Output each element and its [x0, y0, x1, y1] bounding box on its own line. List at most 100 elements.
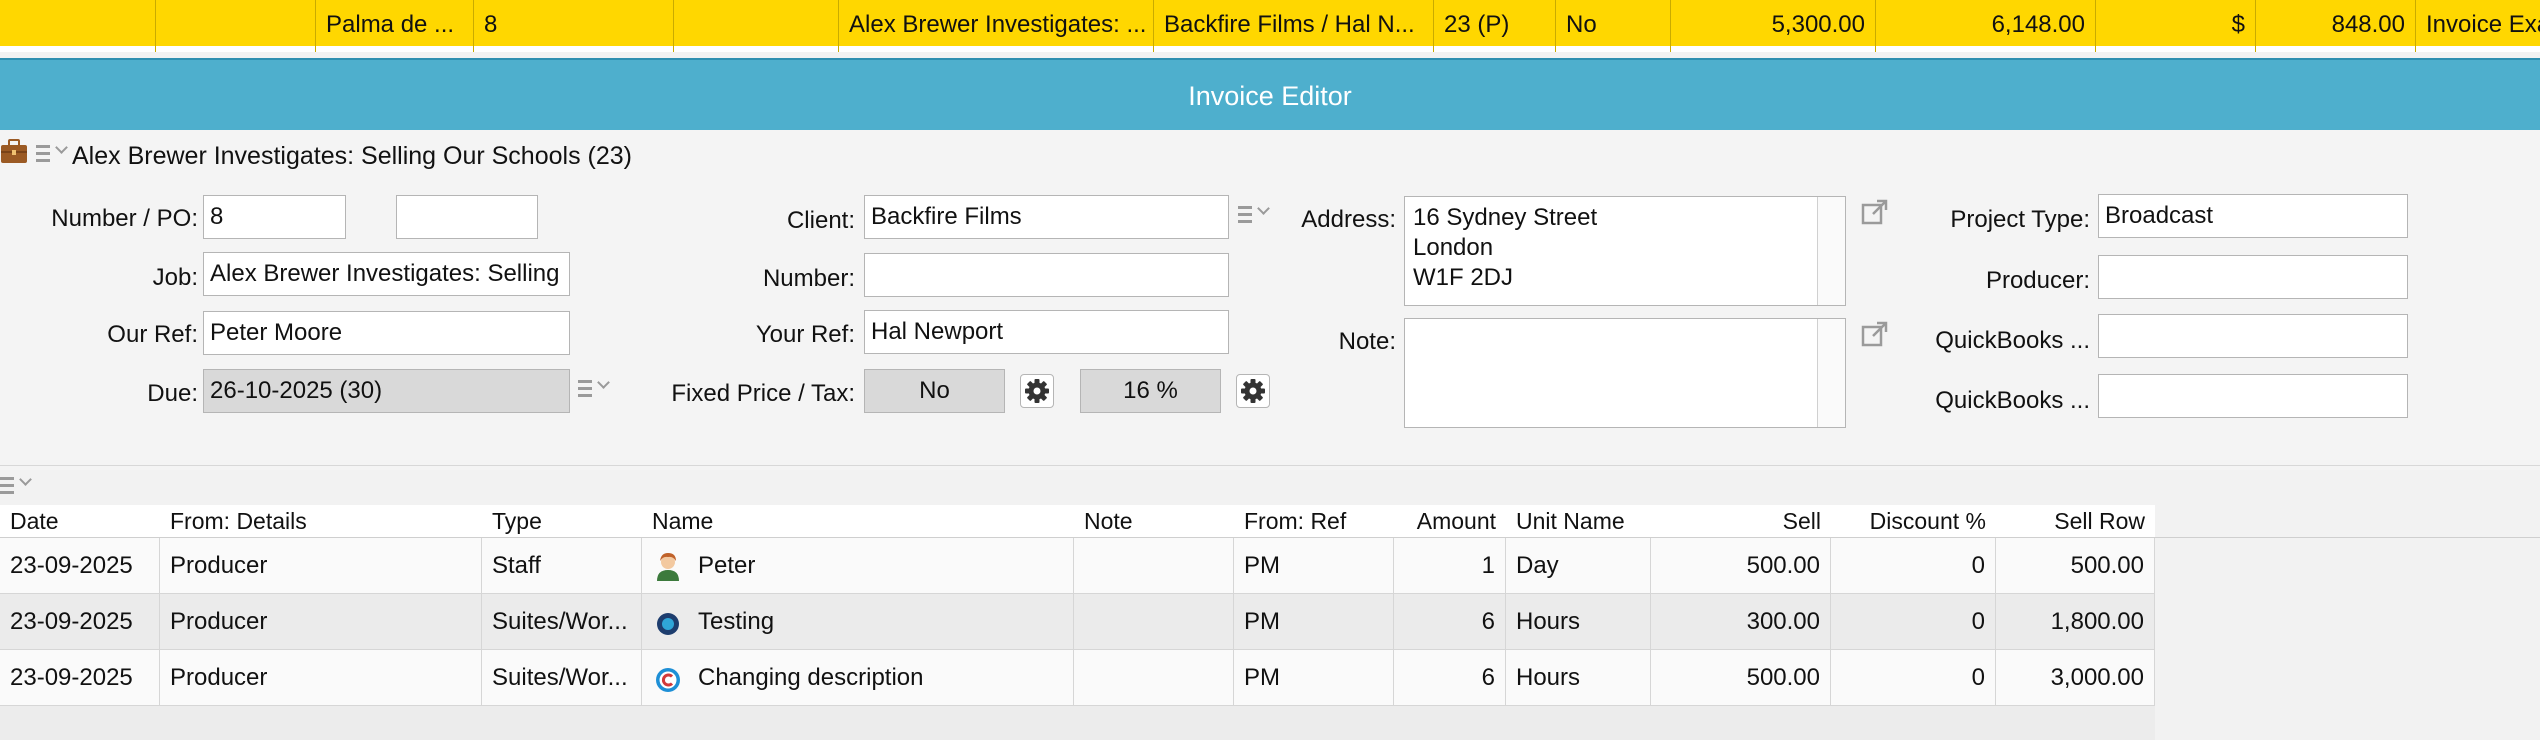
producer-label: Producer: [1985, 267, 2090, 294]
column-header-type[interactable]: Type [482, 505, 642, 537]
column-header-from-details[interactable]: From: Details [160, 505, 482, 537]
quickbooks-label-1: QuickBooks ... [1935, 327, 2090, 354]
cell-sell: 300.00 [1651, 594, 1831, 650]
cell-unit-name: Hours [1506, 594, 1651, 650]
cell-amount: 1 [1394, 538, 1506, 594]
note-label: Note: [1338, 328, 1396, 355]
address-field[interactable]: 16 Sydney Street London W1F 2DJ [1404, 196, 1846, 306]
number-label: Number: [762, 265, 855, 292]
address-label: Address: [1301, 206, 1396, 233]
due-label: Due: [147, 380, 198, 407]
name-text: Peter [698, 552, 756, 579]
cell-from-ref: PM [1234, 650, 1394, 706]
column-header-amount[interactable]: Amount [1394, 505, 1506, 537]
job-header-title: Alex Brewer Investigates: Selling Our Sc… [72, 142, 632, 170]
cell-type: Suites/Wor... [482, 594, 642, 650]
copyright-logo-icon [656, 668, 680, 692]
window-title: Invoice Editor [0, 58, 2540, 130]
external-link-icon[interactable] [1860, 319, 1890, 349]
note-field[interactable] [1404, 318, 1846, 428]
scrollbar[interactable] [1817, 197, 1845, 305]
cell-date: 23-09-2025 [0, 650, 160, 706]
cell-sell-row: 3,000.00 [1996, 650, 2155, 706]
table-row[interactable]: 23-09-2025 Producer Suites/Wor... Changi… [0, 650, 2155, 706]
cell-name: Changing description [642, 650, 1074, 706]
cell-name: Peter [642, 538, 1074, 594]
column-header-unit-name[interactable]: Unit Name [1506, 505, 1651, 537]
name-text: Changing description [698, 664, 924, 691]
suite-logo-icon [657, 613, 679, 635]
name-text: Testing [698, 608, 775, 635]
top-cell [673, 0, 838, 52]
column-header-note[interactable]: Note [1074, 505, 1234, 537]
project-type-label: Project Type: [1950, 206, 2090, 233]
cell-from-ref: PM [1234, 538, 1394, 594]
gear-icon [1241, 379, 1265, 403]
top-cell-fixed: No [1555, 0, 1670, 52]
client-menu-icon[interactable] [1238, 202, 1270, 226]
cell-sell: 500.00 [1651, 650, 1831, 706]
quickbooks-field-2[interactable] [2098, 374, 2408, 418]
address-line: 16 Sydney Street [1413, 204, 1598, 231]
due-field[interactable]: 26-10-2025 (30) [203, 369, 570, 413]
client-number-field[interactable] [864, 253, 1229, 297]
cell-from-details: Producer [160, 594, 482, 650]
your-ref-label: Your Ref: [755, 321, 855, 348]
project-type-field[interactable]: Broadcast [2098, 194, 2408, 238]
job-field[interactable]: Alex Brewer Investigates: Selling [203, 252, 570, 296]
cell-date: 23-09-2025 [0, 594, 160, 650]
cell-type: Staff [482, 538, 642, 594]
po-field[interactable] [396, 195, 538, 239]
top-cell-status: Invoice Exa [2415, 0, 2540, 52]
cell-date: 23-09-2025 [0, 538, 160, 594]
cell-note [1074, 538, 1234, 594]
table-row[interactable]: 23-09-2025 Producer Suites/Wor... Testin… [0, 594, 2155, 650]
column-header-from-ref[interactable]: From: Ref [1234, 505, 1394, 537]
cell-sell-row: 500.00 [1996, 538, 2155, 594]
column-header-discount[interactable]: Discount % [1831, 505, 1996, 537]
external-link-icon[interactable] [1860, 197, 1890, 227]
section-divider [0, 465, 2540, 466]
scrollbar[interactable] [1817, 319, 1845, 427]
producer-field[interactable] [2098, 255, 2408, 299]
your-ref-field[interactable]: Hal Newport [864, 310, 1229, 354]
top-cell-id: 23 (P) [1433, 0, 1555, 52]
cell-note [1074, 594, 1234, 650]
cell-amount: 6 [1394, 650, 1506, 706]
row-menu-icon[interactable] [36, 141, 68, 165]
selected-invoice-row[interactable]: Palma de ... 8 Alex Brewer Investigates:… [0, 0, 2540, 52]
column-header-sell-row[interactable]: Sell Row [1996, 505, 2155, 537]
client-label: Client: [786, 207, 855, 234]
our-ref-label: Our Ref: [107, 321, 198, 348]
tax-settings-button[interactable] [1236, 374, 1270, 408]
top-cell [155, 0, 315, 52]
table-row[interactable]: 23-09-2025 Producer Staff Peter PM 1 Day… [0, 538, 2155, 594]
tax-field[interactable]: 16 % [1080, 369, 1221, 413]
cell-unit-name: Day [1506, 538, 1651, 594]
invoice-editor-panel [0, 130, 2540, 470]
cell-from-details: Producer [160, 538, 482, 594]
grid-menu-icon[interactable] [0, 473, 32, 497]
cell-discount: 0 [1831, 650, 1996, 706]
number-po-label: Number / PO: [51, 205, 198, 232]
job-label: Job: [152, 264, 198, 291]
column-header-date[interactable]: Date [0, 505, 160, 537]
column-header-sell[interactable]: Sell [1651, 505, 1831, 537]
fixed-price-field[interactable]: No [864, 369, 1005, 413]
column-header-name[interactable]: Name [642, 505, 1074, 537]
quickbooks-field-1[interactable] [2098, 314, 2408, 358]
client-field[interactable]: Backfire Films [864, 195, 1229, 239]
cell-name: Testing [642, 594, 1074, 650]
cell-type: Suites/Wor... [482, 650, 642, 706]
address-line: W1F 2DJ [1413, 264, 1514, 291]
our-ref-field[interactable]: Peter Moore [203, 311, 570, 355]
cell-from-ref: PM [1234, 594, 1394, 650]
top-cell-client: Backfire Films / Hal N... [1153, 0, 1433, 52]
top-cell-job: Alex Brewer Investigates: ... [838, 0, 1153, 52]
number-field[interactable]: 8 [203, 195, 346, 239]
top-cell-gross: 6,148.00 [1875, 0, 2095, 52]
briefcase-icon [1, 139, 27, 163]
top-cell [0, 0, 155, 52]
fixed-price-settings-button[interactable] [1020, 374, 1054, 408]
top-cell-tax: 848.00 [2255, 0, 2415, 52]
